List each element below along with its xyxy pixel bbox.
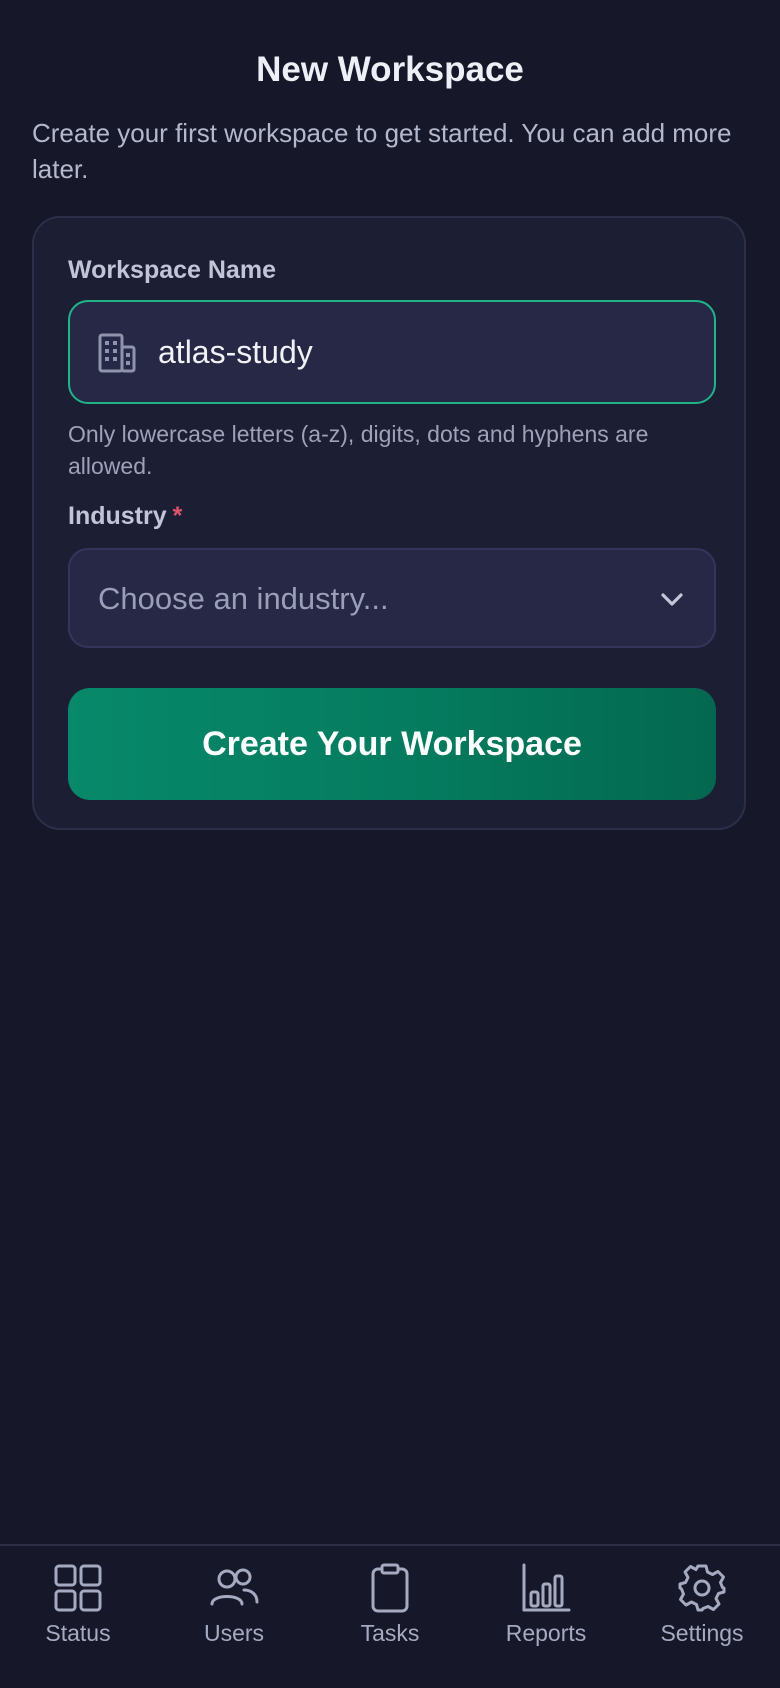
clipboard-icon xyxy=(371,1563,409,1613)
tab-status-label: Status xyxy=(45,1620,111,1646)
industry-select[interactable]: Choose an industry... xyxy=(68,548,716,648)
tab-reports-label: Reports xyxy=(505,1620,587,1646)
industry-label: Industry * xyxy=(68,502,182,531)
tab-tasks[interactable]: Tasks xyxy=(312,1562,468,1672)
tab-users-label: Users xyxy=(203,1620,265,1646)
required-marker: * xyxy=(172,502,183,530)
tab-settings[interactable]: Settings xyxy=(624,1562,780,1672)
industry-label-text: Industry xyxy=(68,502,167,530)
workspace-form-card: Workspace Name atlas-study Only lowercas… xyxy=(32,216,746,830)
tab-reports[interactable]: Reports xyxy=(468,1562,624,1672)
workspace-name-input[interactable]: atlas-study xyxy=(68,300,716,404)
grid-icon xyxy=(54,1564,102,1612)
bottom-tab-bar: Status Users Tasks Reports Settings xyxy=(0,1544,780,1688)
page-title: New Workspace xyxy=(256,50,524,89)
tab-users[interactable]: Users xyxy=(156,1562,312,1672)
create-workspace-button[interactable]: Create Your Workspace xyxy=(68,688,716,800)
workspace-name-value: atlas-study xyxy=(158,334,313,370)
page-subtitle: Create your first workspace to get start… xyxy=(32,118,732,184)
tab-status[interactable]: Status xyxy=(0,1562,156,1672)
building-icon xyxy=(98,333,136,373)
tab-settings-label: Settings xyxy=(660,1620,744,1646)
tab-tasks-label: Tasks xyxy=(360,1620,420,1646)
workspace-name-helper: Only lowercase letters (a-z), digits, do… xyxy=(68,421,649,479)
chevron-down-icon xyxy=(661,593,683,606)
bar-chart-icon xyxy=(522,1563,571,1612)
industry-placeholder: Choose an industry... xyxy=(98,581,389,616)
workspace-name-label: Workspace Name xyxy=(68,256,276,284)
gear-icon xyxy=(678,1564,726,1612)
users-icon xyxy=(210,1568,259,1606)
